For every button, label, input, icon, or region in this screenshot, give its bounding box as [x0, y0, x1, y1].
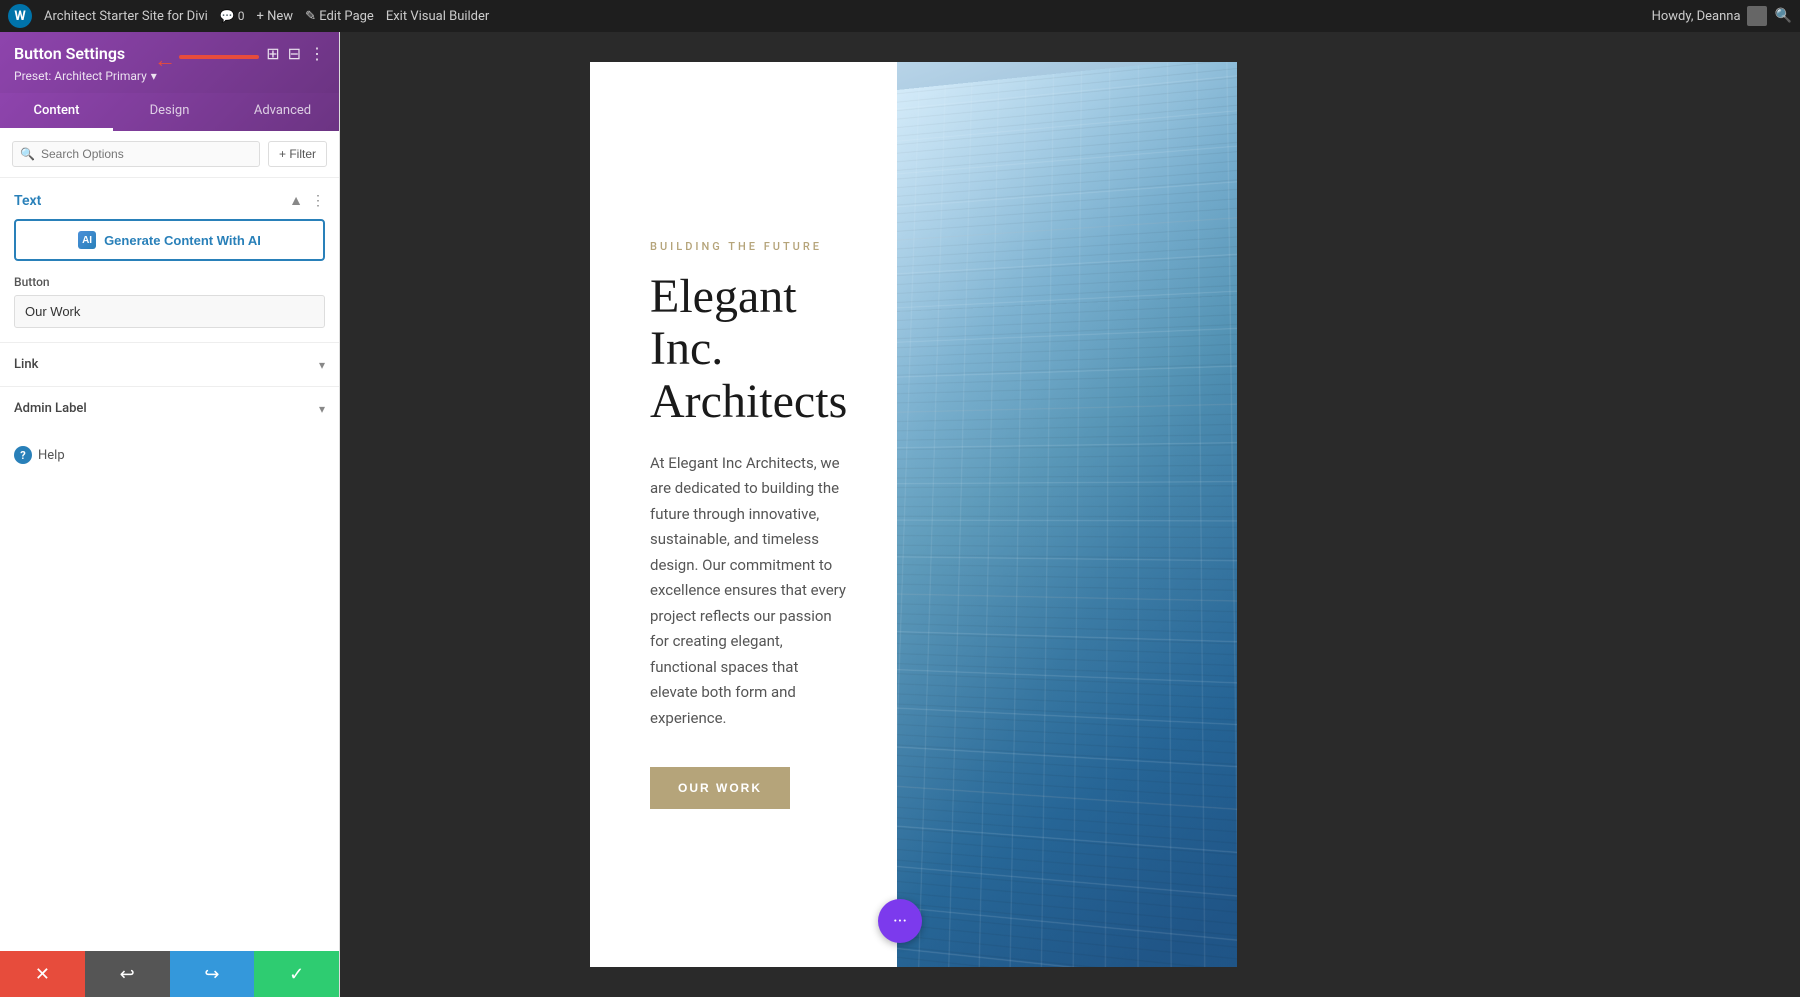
edit-page-button[interactable]: ✎ Edit Page	[305, 9, 374, 24]
panel-icon-layout[interactable]: ⊟	[288, 44, 301, 63]
preset-dropdown-icon: ▾	[151, 69, 157, 83]
building-highlights	[897, 62, 1237, 967]
admin-label-section: Admin Label ▾	[0, 386, 339, 430]
left-panel: Button Settings ⊞ ⊟ ⋮ Preset: Architect …	[0, 32, 340, 997]
hero-right-image	[897, 62, 1237, 967]
new-button[interactable]: + New	[257, 9, 294, 24]
cancel-icon: ✕	[35, 964, 50, 985]
help-icon: ?	[14, 446, 32, 464]
link-section-header[interactable]: Link ▾	[14, 343, 325, 386]
section-chevron-up[interactable]: ▲	[289, 192, 303, 209]
page-content: BUILDING THE FUTURE Elegant Inc. Archite…	[590, 62, 1210, 967]
tab-advanced[interactable]: Advanced	[226, 93, 339, 131]
fab-button[interactable]: ···	[878, 899, 922, 943]
section-icons: ▲ ⋮	[289, 192, 325, 209]
comment-count[interactable]: 💬 0	[220, 9, 245, 23]
redo-icon: ↪	[204, 964, 219, 985]
page-wrapper: BUILDING THE FUTURE Elegant Inc. Archite…	[590, 62, 1550, 967]
wordpress-logo-icon[interactable]: W	[8, 4, 32, 28]
panel-content: Text ▲ ⋮ AI Generate Content With AI But…	[0, 178, 339, 951]
text-section-title: Text	[14, 193, 41, 209]
redo-button[interactable]: ↪	[170, 951, 255, 997]
ai-icon: AI	[78, 231, 96, 249]
panel-title: Button Settings	[14, 44, 125, 63]
link-section: Link ▾	[0, 342, 339, 386]
ai-generate-button[interactable]: AI Generate Content With AI	[14, 219, 325, 261]
hero-body: At Elegant Inc Architects, we are dedica…	[650, 451, 847, 732]
search-icon[interactable]: 🔍	[1775, 8, 1792, 24]
cancel-button[interactable]: ✕	[0, 951, 85, 997]
section-more-icon[interactable]: ⋮	[311, 193, 325, 209]
save-button[interactable]: ✓	[254, 951, 339, 997]
building-image	[897, 62, 1237, 967]
text-section-header[interactable]: Text ▲ ⋮	[0, 178, 339, 219]
filter-button[interactable]: + Filter	[268, 141, 327, 167]
save-icon: ✓	[289, 964, 304, 985]
search-bar: 🔍 + Filter	[0, 131, 339, 178]
admin-label-chevron-icon: ▾	[319, 402, 325, 416]
main-layout: Button Settings ⊞ ⊟ ⋮ Preset: Architect …	[0, 32, 1800, 997]
tab-content[interactable]: Content	[0, 93, 113, 131]
exit-visual-builder-button[interactable]: Exit Visual Builder	[386, 9, 489, 24]
panel-tabs: Content Design Advanced	[0, 93, 339, 131]
avatar	[1747, 6, 1767, 26]
panel-icon-copy[interactable]: ⊞	[266, 44, 279, 63]
admin-bar: W Architect Starter Site for Divi 💬 0 + …	[0, 0, 1800, 32]
admin-bar-right: Howdy, Deanna 🔍	[1652, 6, 1792, 26]
search-input[interactable]	[12, 141, 260, 167]
site-name[interactable]: Architect Starter Site for Divi	[44, 9, 208, 24]
undo-icon: ↩	[120, 964, 135, 985]
building-perspective	[897, 62, 1237, 967]
panel-icon-more[interactable]: ⋮	[309, 44, 325, 63]
help-label: Help	[38, 448, 65, 463]
admin-label-header[interactable]: Admin Label ▾	[14, 387, 325, 430]
fab-icon: ···	[893, 911, 907, 932]
howdy-label: Howdy, Deanna	[1652, 6, 1767, 26]
link-section-title: Link	[14, 357, 38, 372]
admin-bar-left: W Architect Starter Site for Divi 💬 0 + …	[8, 4, 1640, 28]
undo-button[interactable]: ↩	[85, 951, 170, 997]
link-chevron-icon: ▾	[319, 358, 325, 372]
help-section[interactable]: ? Help	[0, 430, 339, 480]
hero-cta-button[interactable]: OUR WORK	[650, 767, 790, 809]
button-field-label: Button	[14, 275, 325, 289]
button-field-group: Button	[0, 275, 339, 342]
hero-subtitle: BUILDING THE FUTURE	[650, 240, 847, 253]
tab-design[interactable]: Design	[113, 93, 226, 131]
bottom-toolbar: ✕ ↩ ↪ ✓	[0, 951, 339, 997]
search-input-wrap: 🔍	[12, 141, 260, 167]
preset-label[interactable]: Preset: Architect Primary ▾	[14, 69, 325, 83]
hero-left: BUILDING THE FUTURE Elegant Inc. Archite…	[590, 62, 897, 967]
search-icon-left: 🔍	[20, 147, 35, 161]
hero-title: Elegant Inc. Architects	[650, 271, 847, 429]
button-field-input[interactable]	[14, 295, 325, 328]
admin-label-title: Admin Label	[14, 401, 87, 416]
panel-header-icons: ⊞ ⊟ ⋮	[266, 44, 325, 63]
right-side: BUILDING THE FUTURE Elegant Inc. Archite…	[340, 32, 1800, 997]
panel-header: Button Settings ⊞ ⊟ ⋮ Preset: Architect …	[0, 32, 339, 93]
